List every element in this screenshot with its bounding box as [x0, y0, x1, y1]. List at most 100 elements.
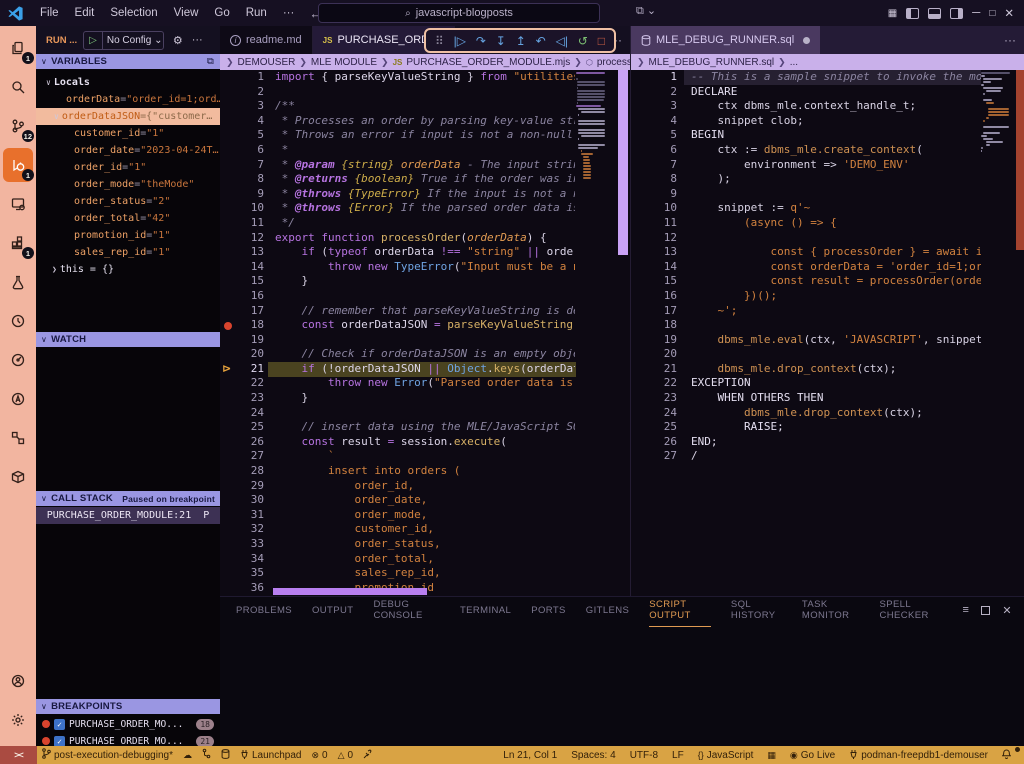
editor-more-actions-icon[interactable]: ···: [1004, 33, 1024, 47]
toggle-sidebar-icon[interactable]: [906, 8, 919, 19]
activity-container-icon[interactable]: [3, 460, 33, 494]
activity-settings-icon[interactable]: [3, 703, 33, 737]
variable-row[interactable]: order_total = "42": [36, 210, 220, 227]
menu-view[interactable]: View: [166, 7, 207, 19]
plug-icon[interactable]: Launchpad: [235, 749, 307, 762]
status-ln-21-col-1[interactable]: Ln 21, Col 1: [496, 750, 564, 761]
menu-run[interactable]: Run: [238, 7, 275, 19]
panel-tab-problems[interactable]: PROBLEMS: [236, 600, 292, 621]
activity-testing-icon[interactable]: [3, 265, 33, 299]
panel-tab-spell-checker[interactable]: SPELL CHECKER: [879, 594, 942, 626]
activity-remote-explorer-icon[interactable]: [3, 187, 33, 221]
warning-icon[interactable]: △0: [333, 750, 358, 761]
panel-tab-script-output[interactable]: SCRIPT OUTPUT: [649, 594, 711, 627]
panel-tab-terminal[interactable]: TERMINAL: [460, 600, 511, 621]
variable-row[interactable]: order_id = "1": [36, 159, 220, 176]
breadcrumb[interactable]: ❯MLE_DEBUG_RUNNER.sql❯...: [631, 54, 1024, 70]
breadcrumb-item[interactable]: MLE MODULE: [311, 57, 377, 68]
customize-layout-icon[interactable]: ▦: [888, 8, 897, 19]
variable-row[interactable]: orderData = "order_id=1;ord…: [36, 91, 220, 108]
editor-vertical-scrollbar[interactable]: [618, 70, 628, 255]
activity-history-icon[interactable]: [3, 304, 33, 338]
activity-oracle-icon[interactable]: [3, 382, 33, 416]
activity-explorer-icon[interactable]: 1: [3, 31, 33, 65]
breadcrumb-item[interactable]: ...: [790, 57, 798, 68]
launch-config-control[interactable]: ▷ No Config ⌄: [83, 31, 164, 50]
code-area[interactable]: import { parseKeyValueString } from "uti…: [275, 70, 575, 596]
breadcrumb-item[interactable]: PURCHASE_ORDER_MODULE.mjs: [406, 57, 570, 68]
maximize-button[interactable]: □: [989, 8, 995, 19]
activity-account-icon[interactable]: [3, 664, 33, 698]
restart-icon[interactable]: ↺: [578, 34, 588, 48]
variable-row[interactable]: ∨Locals: [36, 74, 220, 91]
activity-search-icon[interactable]: [3, 70, 33, 104]
step-into-icon[interactable]: ↧: [496, 34, 506, 48]
stack-frame[interactable]: PURCHASE_ORDER_MODULE:21 P: [36, 507, 220, 524]
step-over-icon[interactable]: ↷: [476, 34, 486, 48]
code-area[interactable]: -- This is a sample snippet to invoke th…: [691, 70, 981, 464]
connect-icon[interactable]: [358, 749, 377, 762]
menu-edit[interactable]: Edit: [67, 7, 103, 19]
menu-[interactable]: ···: [275, 7, 303, 19]
plug-icon[interactable]: podman-freepdb1-demouser: [842, 749, 995, 762]
variable-row[interactable]: order_mode = "theMode": [36, 176, 220, 193]
command-center-search[interactable]: ⌕ javascript-blogposts: [318, 3, 600, 23]
panel-output-actions-icon[interactable]: ≡: [963, 604, 970, 616]
tab-readme-md[interactable]: ireadme.md: [220, 26, 313, 54]
breakpoint-checkbox[interactable]: ✓: [54, 719, 65, 730]
tab-mle-debug-runner-sql[interactable]: MLE_DEBUG_RUNNER.sql: [631, 26, 820, 54]
panel-tab-sql-history[interactable]: SQL HISTORY: [731, 594, 782, 626]
editor-content[interactable]: 1234567891011121314151617181920212223242…: [631, 70, 1024, 596]
breakpoint-row[interactable]: ✓PURCHASE_ORDER_MO...18: [36, 716, 220, 732]
watch-section-header[interactable]: ∨WATCH: [36, 332, 220, 347]
grid-icon[interactable]: ▦: [760, 750, 783, 761]
git-branch-icon[interactable]: post-execution-debugging*: [37, 748, 178, 762]
status-utf-8[interactable]: UTF-8: [623, 750, 665, 761]
editor-content[interactable]: 1234567891011121314151617181920212223242…: [220, 70, 630, 596]
collapse-all-icon[interactable]: ⧉: [207, 56, 214, 67]
status-spaces-4[interactable]: Spaces: 4: [564, 750, 622, 761]
activity-source-control-icon[interactable]: 12: [3, 109, 33, 143]
continue-icon[interactable]: |▷: [454, 34, 466, 48]
panel-tab-debug-console[interactable]: DEBUG CONSOLE: [373, 594, 440, 626]
editor-vertical-scrollbar[interactable]: [1016, 70, 1024, 250]
close-button[interactable]: ✕: [1004, 6, 1014, 20]
variable-row[interactable]: sales_rep_id = "1": [36, 244, 220, 261]
panel-tab-task-monitor[interactable]: TASK MONITOR: [802, 594, 860, 626]
menu-selection[interactable]: Selection: [102, 7, 165, 19]
menu-go[interactable]: Go: [206, 7, 237, 19]
toggle-secondary-sidebar-icon[interactable]: [950, 8, 963, 19]
gear-icon[interactable]: ⚙: [173, 34, 183, 47]
menu-file[interactable]: File: [32, 7, 67, 19]
activity-diagram-icon[interactable]: [3, 421, 33, 455]
callstack-section-header[interactable]: ∨CALL STACKPaused on breakpoint: [36, 491, 220, 506]
breakpoint-icon[interactable]: [224, 322, 232, 330]
variable-row[interactable]: ❯this = {}: [36, 261, 220, 278]
more-actions-icon[interactable]: ···: [192, 34, 203, 46]
run-section-label[interactable]: RUN ...: [46, 35, 77, 46]
variable-row[interactable]: order_status = "2": [36, 193, 220, 210]
variable-row[interactable]: customer_id = "1": [36, 125, 220, 142]
minimize-button[interactable]: ─: [972, 7, 980, 19]
breadcrumb[interactable]: ❯DEMOUSER❯MLE MODULE❯JSPURCHASE_ORDER_MO…: [220, 54, 630, 70]
panel-tab-ports[interactable]: PORTS: [531, 600, 566, 621]
variable-row[interactable]: promotion_id = "1": [36, 227, 220, 244]
stop-icon[interactable]: □: [598, 34, 605, 48]
activity-database-tools-icon[interactable]: [3, 343, 33, 377]
variable-row[interactable]: order_date = "2023-04-24T…: [36, 142, 220, 159]
variable-row[interactable]: ∨orderDataJSON = {"customer…: [36, 108, 220, 125]
bell-icon[interactable]: [995, 749, 1018, 762]
step-out-icon[interactable]: ↥: [516, 34, 526, 48]
breadcrumb-item[interactable]: MLE_DEBUG_RUNNER.sql: [649, 57, 775, 68]
database-icon[interactable]: [216, 749, 235, 762]
status-lf[interactable]: LF: [665, 750, 691, 761]
toggle-panel-icon[interactable]: [928, 8, 941, 19]
panel-tab-output[interactable]: OUTPUT: [312, 600, 353, 621]
reverse-continue-icon[interactable]: ◁|: [556, 34, 568, 48]
breadcrumb-item[interactable]: processOrder: [597, 57, 630, 68]
remote-indicator[interactable]: ><: [0, 746, 37, 764]
panel-tab-gitlens[interactable]: GITLENS: [586, 600, 629, 621]
step-back-icon[interactable]: ↶: [536, 34, 546, 48]
maximize-panel-icon[interactable]: [981, 606, 990, 615]
gitlens-branch-icon[interactable]: [197, 748, 216, 762]
